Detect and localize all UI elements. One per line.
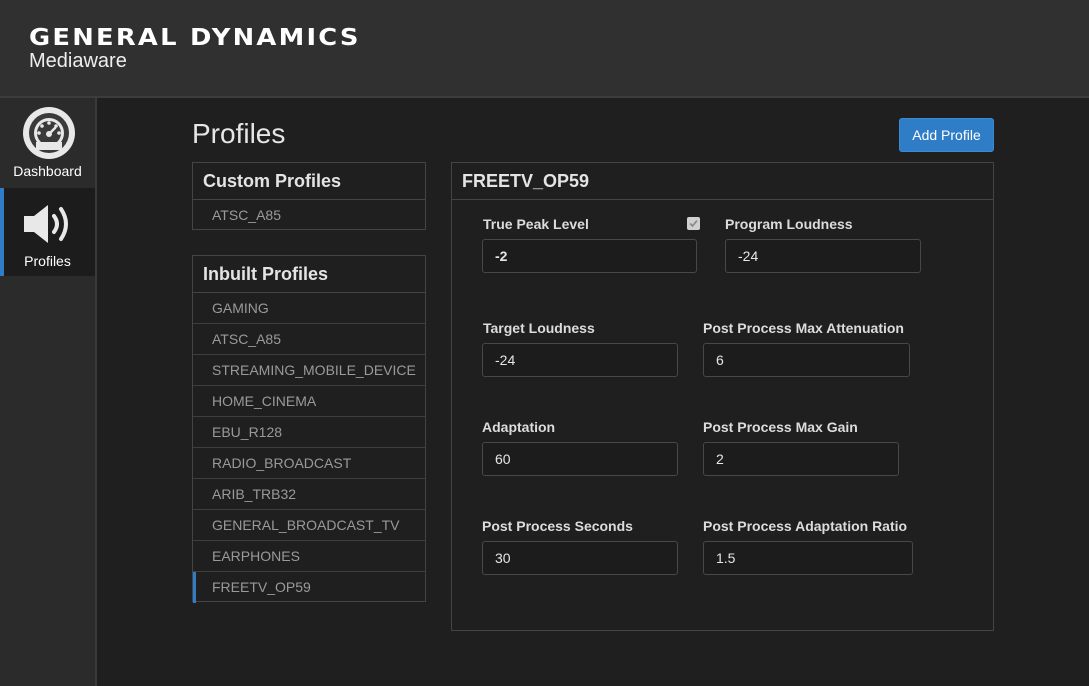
inbuilt-profile-item[interactable]: EBU_R128 bbox=[193, 417, 425, 448]
inbuilt-profile-item-selected[interactable]: FREETV_OP59 bbox=[193, 572, 425, 603]
pp-seconds-input[interactable] bbox=[482, 541, 678, 575]
true-peak-checkbox[interactable] bbox=[687, 217, 700, 230]
brand-logo: GENERAL DYNAMICS Mediaware bbox=[29, 26, 358, 72]
inbuilt-profiles-heading: Inbuilt Profiles bbox=[193, 256, 425, 293]
inbuilt-profile-item[interactable]: GAMING bbox=[193, 293, 425, 324]
nav-profiles-label: Profiles bbox=[24, 253, 71, 269]
nav-profiles[interactable]: Profiles bbox=[0, 188, 95, 276]
true-peak-level-input[interactable] bbox=[482, 239, 697, 273]
page-title: Profiles bbox=[192, 118, 286, 149]
pp-adaptation-ratio-input[interactable] bbox=[703, 541, 913, 575]
brand-name: GENERAL DYNAMICS bbox=[29, 25, 361, 51]
adaptation-label: Adaptation bbox=[482, 419, 556, 435]
pp-max-gain-label: Post Process Max Gain bbox=[703, 419, 858, 435]
inbuilt-profile-item[interactable]: HOME_CINEMA bbox=[193, 386, 425, 417]
speaker-icon bbox=[20, 202, 78, 251]
nav-dashboard-label: Dashboard bbox=[13, 163, 82, 179]
pp-max-gain-input[interactable] bbox=[703, 442, 899, 476]
app-header: GENERAL DYNAMICS Mediaware bbox=[0, 0, 1089, 98]
inbuilt-profile-item[interactable]: GENERAL_BROADCAST_TV bbox=[193, 510, 425, 541]
inbuilt-profile-item[interactable]: RADIO_BROADCAST bbox=[193, 448, 425, 479]
target-loudness-label: Target Loudness bbox=[483, 320, 595, 336]
custom-profiles-heading: Custom Profiles bbox=[193, 163, 425, 200]
profile-detail-title: FREETV_OP59 bbox=[452, 163, 993, 200]
add-profile-button[interactable]: Add Profile bbox=[899, 118, 994, 152]
brand-subtitle: Mediaware bbox=[29, 50, 127, 72]
sidebar: Dashboard Profiles bbox=[0, 98, 97, 686]
custom-profiles-panel: Custom Profiles ATSC_A85 bbox=[192, 162, 426, 230]
inbuilt-profile-item[interactable]: ARIB_TRB32 bbox=[193, 479, 425, 510]
pp-adaptation-ratio-label: Post Process Adaptation Ratio bbox=[703, 518, 908, 534]
inbuilt-profiles-panel: Inbuilt Profiles GAMING ATSC_A85 STREAMI… bbox=[192, 255, 426, 603]
check-icon bbox=[689, 219, 698, 228]
dashboard-gauge-icon bbox=[20, 104, 78, 167]
true-peak-level-label: True Peak Level bbox=[483, 216, 589, 232]
program-loudness-input[interactable] bbox=[725, 239, 921, 273]
pp-max-attenuation-label: Post Process Max Attenuation bbox=[703, 320, 904, 336]
target-loudness-input[interactable] bbox=[482, 343, 678, 377]
inbuilt-profile-item[interactable]: STREAMING_MOBILE_DEVICE bbox=[193, 355, 425, 386]
pp-max-attenuation-input[interactable] bbox=[703, 343, 910, 377]
nav-dashboard[interactable]: Dashboard bbox=[0, 98, 95, 186]
pp-seconds-label: Post Process Seconds bbox=[482, 518, 633, 534]
adaptation-input[interactable] bbox=[482, 442, 678, 476]
program-loudness-label: Program Loudness bbox=[725, 216, 853, 232]
inbuilt-profile-item[interactable]: EARPHONES bbox=[193, 541, 425, 572]
custom-profile-item[interactable]: ATSC_A85 bbox=[193, 200, 425, 231]
inbuilt-profile-item[interactable]: ATSC_A85 bbox=[193, 324, 425, 355]
